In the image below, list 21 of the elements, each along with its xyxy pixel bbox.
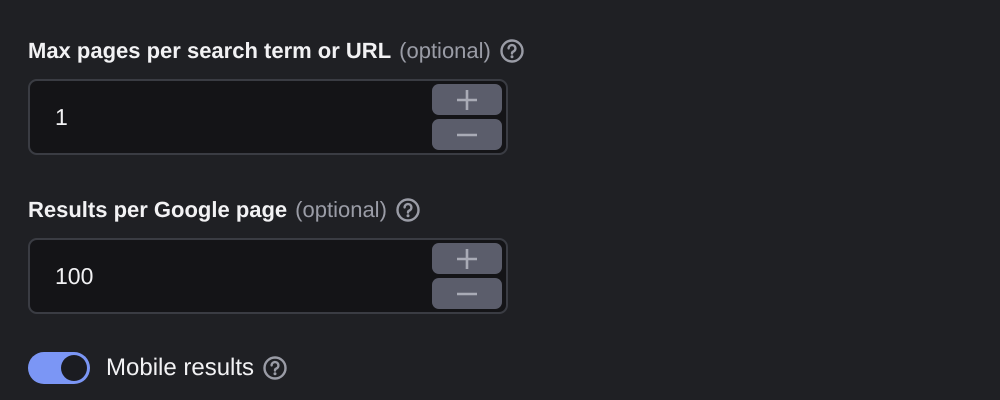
toggle-switch[interactable] (28, 352, 90, 384)
field-label: Results per Google page (28, 196, 288, 224)
decrement-button[interactable] (432, 278, 502, 309)
minus-icon (456, 292, 478, 296)
help-icon[interactable] (262, 355, 288, 381)
increment-button[interactable] (432, 84, 502, 115)
number-field[interactable]: 100 (30, 258, 432, 294)
number-field[interactable]: 1 (30, 98, 432, 136)
plus-icon (456, 248, 478, 270)
increment-button[interactable] (432, 243, 502, 274)
number-stepper[interactable]: 1 (28, 79, 508, 155)
help-icon[interactable] (394, 196, 421, 222)
minus-icon (456, 132, 478, 136)
number-stepper[interactable]: 100 (28, 238, 508, 314)
plus-icon (456, 88, 478, 110)
field-label: Max pages per search term or URL (28, 37, 392, 65)
optional-hint: (optional) (399, 37, 491, 65)
optional-hint: (optional) (295, 196, 387, 224)
decrement-button[interactable] (432, 119, 502, 150)
toggle-label: Mobile results (106, 353, 254, 383)
help-icon[interactable] (498, 38, 525, 64)
